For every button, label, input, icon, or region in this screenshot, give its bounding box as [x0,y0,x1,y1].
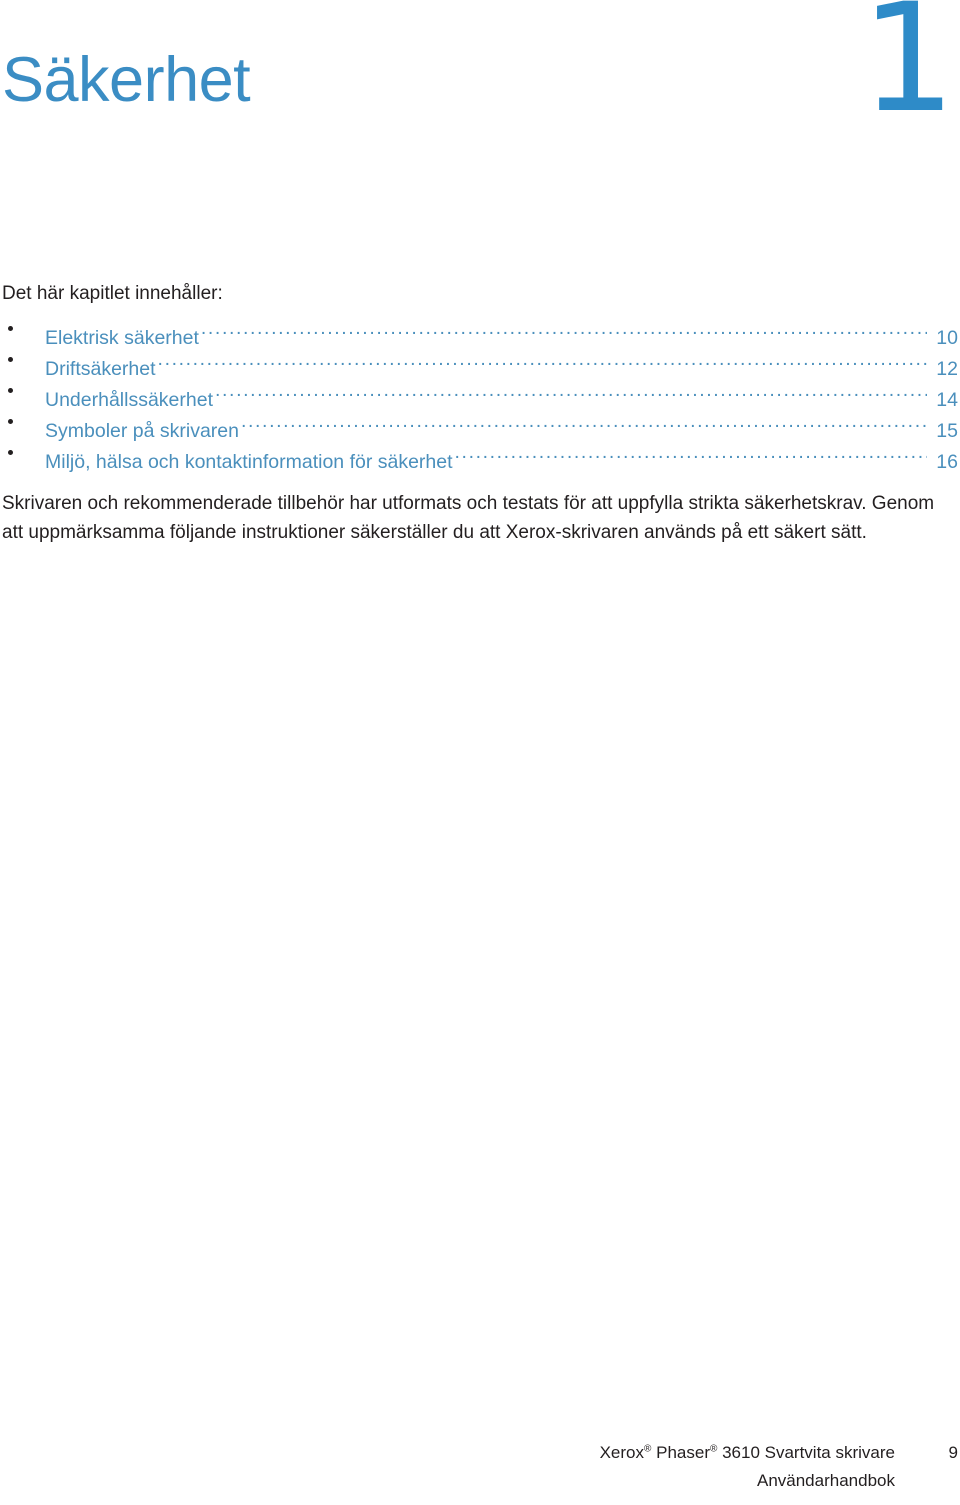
toc-entry-label: Miljö, hälsa och kontaktinformation för … [45,451,453,473]
contents-intro-label: Det här kapitlet innehåller: [2,283,223,304]
footer-document-type: Användarhandbok [756,1471,895,1490]
page-title: Säkerhet [2,45,251,115]
footer-page-number: 9 [948,1443,958,1462]
bullet-icon [8,450,13,455]
list-item[interactable]: Miljö, hälsa och kontaktinformation för … [0,437,960,473]
dot-leader [158,344,927,375]
footer-model: 3610 Svartvita skrivare [717,1443,895,1462]
page-footer: Xerox® Phaser® 3610 Svartvita skrivare A… [0,1439,960,1497]
dot-leader [241,406,927,437]
toc-entry-page: 16 [936,451,958,473]
chapter-header: Säkerhet 1 [0,0,960,150]
table-of-contents-list: Elektrisk säkerhet 10 Driftsäkerhet 12 U… [0,313,960,473]
bullet-icon [8,357,13,362]
bullet-icon [8,326,13,331]
dot-leader [215,375,927,406]
bullet-icon [8,419,13,424]
footer-product-info: Xerox® Phaser® 3610 Svartvita skrivare A… [63,1439,895,1495]
footer-product-line: Xerox® Phaser® 3610 Svartvita skrivare [63,1439,895,1467]
document-page: Säkerhet 1 Det här kapitlet innehåller: … [0,0,960,1505]
dot-leader [201,313,927,344]
chapter-number: 1 [860,0,956,146]
bullet-icon [8,388,13,393]
intro-paragraph: Skrivaren och rekommenderade tillbehör h… [2,493,935,543]
footer-brand: Xerox [599,1443,645,1462]
dot-leader [455,437,927,468]
list-item[interactable]: Symboler på skrivaren 15 [0,406,960,442]
list-item[interactable]: Driftsäkerhet 12 [0,344,960,380]
list-item[interactable]: Elektrisk säkerhet 10 [0,313,960,349]
footer-family: Phaser [651,1443,710,1462]
chapter-contents-block: Det här kapitlet innehåller: Elektrisk s… [0,281,960,473]
list-item[interactable]: Underhållssäkerhet 14 [0,375,960,411]
